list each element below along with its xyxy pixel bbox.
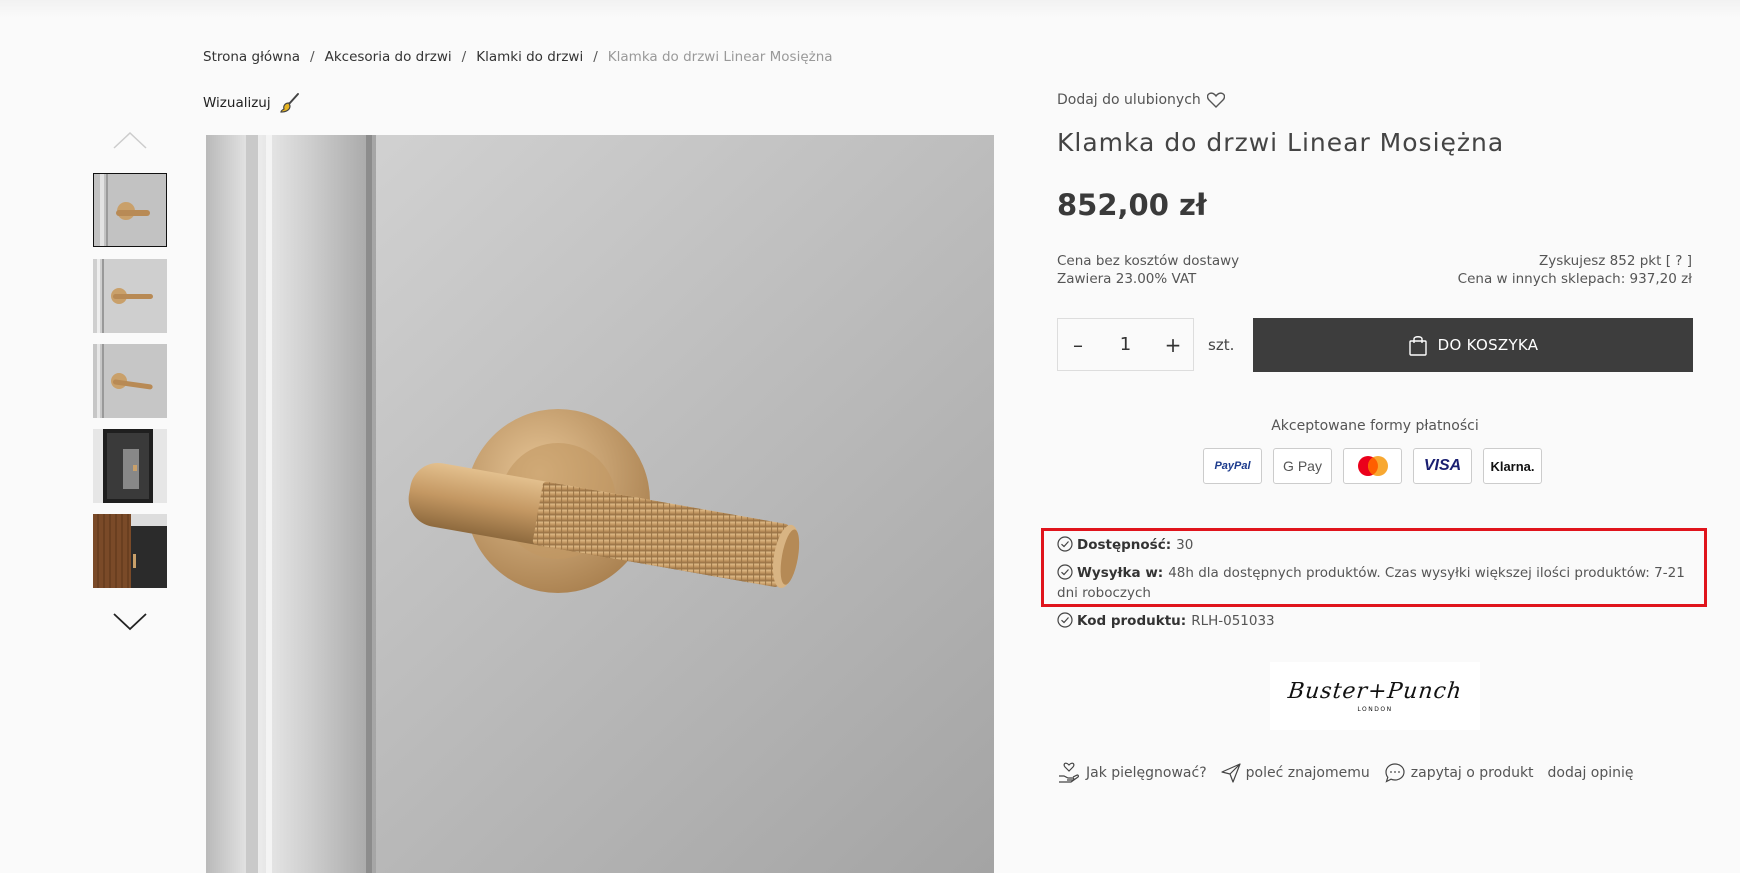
klarna-logo: Klarna. <box>1483 448 1542 484</box>
visa-logo: VISA <box>1413 448 1472 484</box>
brand-name: Buster+Punch <box>1286 679 1464 704</box>
product-title: Klamka do drzwi Linear Mosiężna <box>1057 128 1505 157</box>
brand-logo[interactable]: Buster+Punch LONDON <box>1270 662 1480 730</box>
quantity-decrease-button[interactable]: – <box>1058 333 1098 357</box>
product-code-label: Kod produktu: <box>1077 613 1187 629</box>
thumbnails-down-arrow[interactable] <box>113 612 147 632</box>
breadcrumb-door-handles[interactable]: Klamki do drzwi <box>476 49 583 65</box>
other-price-label: Cena w innych sklepach: <box>1457 271 1626 287</box>
heart-icon <box>1206 92 1225 108</box>
points-label: Zyskujesz 852 pkt <box>1538 253 1662 269</box>
visualize-button[interactable]: Wizualizuj <box>203 92 301 114</box>
googlepay-logo: G Pay <box>1273 448 1332 484</box>
visualize-label: Wizualizuj <box>203 95 271 111</box>
quantity-stepper: – + <box>1057 318 1194 371</box>
quantity-increase-button[interactable]: + <box>1153 333 1193 357</box>
mastercard-logo <box>1343 448 1402 484</box>
quantity-unit: szt. <box>1208 336 1235 354</box>
add-to-favorites-button[interactable]: Dodaj do ulubionych <box>1057 92 1225 108</box>
availability-row: Dostępność: 30 <box>1057 535 1193 555</box>
shipping-time-row: Wysyłka w: 48h dla dostępnych produktów. … <box>1057 563 1697 603</box>
thumbnail-3[interactable] <box>93 344 167 418</box>
check-circle-icon <box>1057 536 1073 552</box>
thumbnails-up-arrow[interactable] <box>113 130 147 150</box>
visa-text: VISA <box>1423 457 1462 474</box>
main-product-image[interactable] <box>206 135 994 873</box>
vat-note: Zawiera 23.00% VAT <box>1057 271 1197 287</box>
breadcrumb-home[interactable]: Strona główna <box>203 49 300 65</box>
product-actions: Jak pielęgnować? poleć znajomemu zapytaj… <box>1057 762 1648 784</box>
paintbrush-icon <box>280 93 299 113</box>
googlepay-text: G Pay <box>1283 458 1322 474</box>
breadcrumb-separator: / <box>593 49 598 65</box>
quantity-input[interactable] <box>1103 333 1148 356</box>
thumbnail-1[interactable] <box>93 173 167 247</box>
breadcrumb: Strona główna / Akcesoria do drzwi / Klamki … <box>203 49 833 65</box>
thumbnail-5[interactable] <box>93 514 167 588</box>
breadcrumb-door-accessories[interactable]: Akcesoria do drzwi <box>325 49 452 65</box>
care-link[interactable]: Jak pielęgnować? <box>1057 762 1207 784</box>
thumbnail-2[interactable] <box>93 259 167 333</box>
chat-bubble-icon <box>1385 763 1405 783</box>
availability-label: Dostępność: <box>1077 537 1172 553</box>
shipping-time-label: Wysyłka w: <box>1077 565 1164 581</box>
product-code-row: Kod produktu: RLH-051033 <box>1057 611 1275 631</box>
recommend-link[interactable]: poleć znajomemu <box>1221 763 1370 783</box>
paypal-text: PayPal <box>1214 460 1251 472</box>
payment-methods-title: Akceptowane formy płatności <box>1271 418 1479 434</box>
hand-heart-icon <box>1059 762 1079 783</box>
care-label: Jak pielęgnować? <box>1086 765 1207 781</box>
check-circle-icon <box>1057 564 1073 580</box>
add-review-link[interactable]: dodaj opinię <box>1548 765 1634 781</box>
add-to-cart-button[interactable]: DO KOSZYKA <box>1253 318 1693 372</box>
shopping-bag-icon <box>1408 336 1427 356</box>
product-code-value: RLH-051033 <box>1191 613 1275 629</box>
thumbnail-4[interactable] <box>93 429 167 503</box>
paypal-logo: PayPal <box>1203 448 1262 484</box>
recommend-label: poleć znajomemu <box>1245 765 1370 781</box>
favorites-label: Dodaj do ulubionych <box>1057 92 1201 108</box>
check-circle-icon <box>1057 612 1073 628</box>
other-price-value: 937,20 zł <box>1629 271 1692 287</box>
add-review-label: dodaj opinię <box>1547 765 1634 781</box>
shipping-cost-note: Cena bez kosztów dostawy <box>1057 253 1240 269</box>
ask-label: zapytaj o produkt <box>1410 765 1534 781</box>
price-notes: Cena bez kosztów dostawy Zawiera 23.00% … <box>1057 252 1239 288</box>
klarna-text: Klarna. <box>1490 458 1535 474</box>
ask-link[interactable]: zapytaj o produkt <box>1384 762 1534 784</box>
breadcrumb-separator: / <box>461 49 467 65</box>
loyalty-info: Zyskujesz 852 pkt [ ? ] Cena w innych sk… <box>1458 252 1692 288</box>
payment-methods: PayPal G Pay VISA Klarna. <box>1203 448 1542 484</box>
paper-plane-icon <box>1221 763 1241 783</box>
breadcrumb-separator: / <box>310 49 315 65</box>
availability-value: 30 <box>1176 537 1194 553</box>
breadcrumb-current: Klamka do drzwi Linear Mosiężna <box>607 49 833 65</box>
product-price: 852,00 zł <box>1057 188 1207 222</box>
points-help-link[interactable]: [ ? ] <box>1666 253 1692 269</box>
brand-subtitle: LONDON <box>1357 706 1393 713</box>
add-to-cart-label: DO KOSZYKA <box>1437 336 1539 354</box>
top-bar <box>0 0 1740 18</box>
